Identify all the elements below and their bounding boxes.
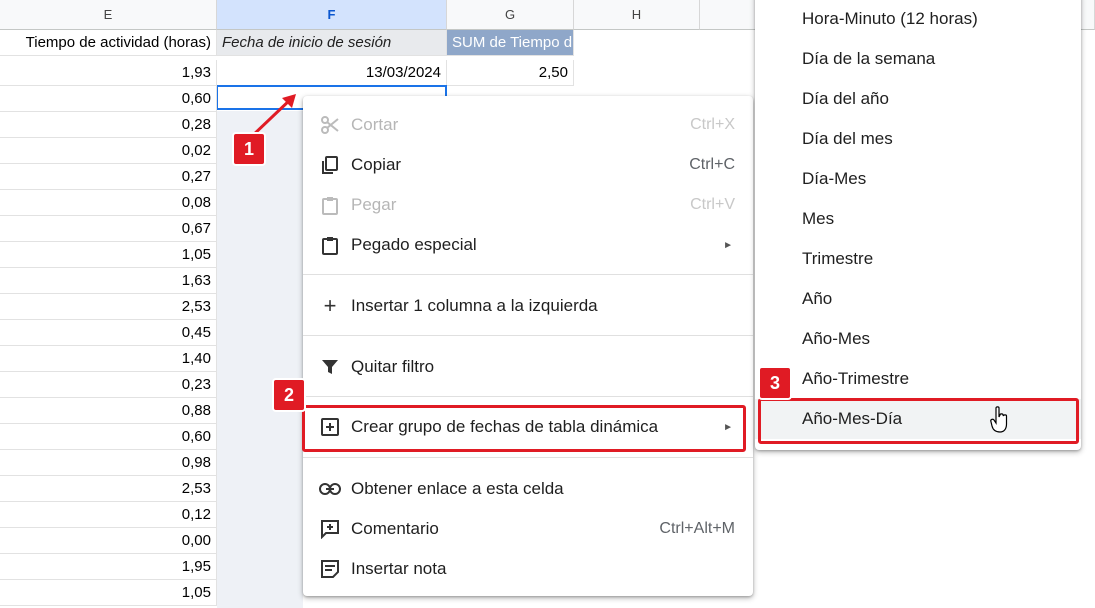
- submenu-item-label: Día de la semana: [802, 49, 936, 68]
- badge-2: 2: [274, 380, 304, 410]
- submenu-item[interactable]: Mes: [755, 199, 1081, 239]
- shortcut-label: Ctrl+Alt+M: [659, 520, 735, 537]
- menu-item-label: Copiar: [351, 155, 402, 174]
- selected-column-fill: [217, 111, 303, 608]
- menu-item-label: Comentario: [351, 519, 439, 538]
- cell-e[interactable]: 0,12: [0, 502, 217, 528]
- cell-e[interactable]: 1,93: [0, 60, 217, 86]
- cell-e[interactable]: 0,23: [0, 372, 217, 398]
- submenu-item[interactable]: Trimestre: [755, 239, 1081, 279]
- column-header-e[interactable]: E: [0, 0, 217, 30]
- submenu-item[interactable]: Año-Mes: [755, 319, 1081, 359]
- menu-item-label: Obtener enlace a esta celda: [351, 479, 564, 498]
- date-group-submenu: Hora-Minuto (12 horas) Día de la semana Dí…: [755, 0, 1081, 450]
- cell-e[interactable]: 1,05: [0, 242, 217, 268]
- badge-1: 1: [234, 134, 264, 164]
- cell-e[interactable]: 0,00: [0, 528, 217, 554]
- note-icon: [319, 558, 341, 580]
- submenu-item-label: Mes: [802, 209, 835, 228]
- cell-e[interactable]: 0,88: [0, 398, 217, 424]
- cell-e[interactable]: 0,28: [0, 112, 217, 138]
- cell-e[interactable]: 0,60: [0, 424, 217, 450]
- header-cell-g[interactable]: SUM de Tiempo d: [447, 30, 574, 56]
- menu-divider: [303, 396, 753, 397]
- submenu-item[interactable]: Año: [755, 279, 1081, 319]
- menu-item-label: Insertar nota: [351, 559, 447, 578]
- cell-e[interactable]: 1,40: [0, 346, 217, 372]
- cell-e[interactable]: 0,98: [0, 450, 217, 476]
- clipboard-icon: [319, 194, 341, 216]
- filter-icon: [319, 356, 341, 378]
- menu-item-remove-filter[interactable]: Quitar filtro: [303, 347, 753, 387]
- cell-e[interactable]: 1,95: [0, 554, 217, 580]
- menu-divider: [303, 335, 753, 336]
- cell-e[interactable]: 0,27: [0, 164, 217, 190]
- clipboard-icon: [319, 234, 341, 256]
- menu-item-label: Pegado especial: [351, 235, 477, 254]
- scissors-icon: [319, 114, 341, 136]
- menu-item-get-link[interactable]: Obtener enlace a esta celda: [303, 469, 753, 509]
- menu-item-insert-column[interactable]: + Insertar 1 columna a la izquierda: [303, 286, 753, 326]
- submenu-item-label: Año: [802, 289, 833, 308]
- menu-item-copy[interactable]: Copiar Ctrl+C: [303, 145, 753, 185]
- submenu-item-label: Hora-Minuto (12 horas): [802, 9, 978, 28]
- hand-cursor-icon: [990, 406, 1008, 433]
- context-menu: Cortar Ctrl+X Copiar Ctrl+C Pegar Ctrl+V…: [303, 96, 753, 596]
- cell-e[interactable]: 0,67: [0, 216, 217, 242]
- highlight-box-3: [758, 398, 1079, 444]
- header-cell-e[interactable]: Tiempo de actividad (horas): [0, 30, 217, 56]
- comment-icon: [319, 518, 341, 540]
- cell-e[interactable]: 2,53: [0, 294, 217, 320]
- submenu-item-label: Año-Mes: [802, 329, 871, 348]
- link-icon: [319, 478, 341, 500]
- submenu-item-label: Año-Trimestre: [802, 369, 910, 388]
- cell-e[interactable]: 0,60: [0, 86, 217, 112]
- submenu-item-label: Trimestre: [802, 249, 874, 268]
- submenu-arrow-icon: ►: [723, 239, 733, 251]
- submenu-item[interactable]: Día de la semana: [755, 39, 1081, 79]
- shortcut-label: Ctrl+X: [690, 116, 735, 133]
- cell-g-row1[interactable]: 2,50: [447, 60, 574, 86]
- menu-divider: [303, 457, 753, 458]
- badge-3: 3: [760, 368, 790, 398]
- menu-item-label: Cortar: [351, 115, 399, 134]
- menu-item-paste-special[interactable]: Pegado especial ►: [303, 225, 753, 265]
- cell-f-row1[interactable]: 13/03/2024: [217, 60, 447, 86]
- menu-item-cut[interactable]: Cortar Ctrl+X: [303, 105, 753, 145]
- menu-item-insert-note[interactable]: Insertar nota: [303, 549, 753, 589]
- cell-e[interactable]: 1,05: [0, 580, 217, 606]
- column-header-f[interactable]: F: [217, 0, 447, 30]
- cell-e[interactable]: 2,53: [0, 476, 217, 502]
- shortcut-label: Ctrl+V: [690, 196, 735, 213]
- cell-e[interactable]: 0,45: [0, 320, 217, 346]
- highlight-box-2: [302, 405, 746, 452]
- column-header-h[interactable]: H: [574, 0, 700, 30]
- plus-icon: +: [323, 293, 337, 318]
- menu-item-label: Pegar: [351, 195, 397, 214]
- submenu-item[interactable]: Hora-Minuto (12 horas): [755, 0, 1081, 39]
- submenu-item[interactable]: Año-Trimestre: [755, 359, 1081, 399]
- menu-item-label: Quitar filtro: [351, 357, 435, 376]
- cell-e[interactable]: 0,02: [0, 138, 217, 164]
- submenu-item-label: Día del año: [802, 89, 889, 108]
- cell-e[interactable]: 0,08: [0, 190, 217, 216]
- menu-divider: [303, 274, 753, 275]
- submenu-item-label: Día del mes: [802, 129, 893, 148]
- header-cell-f[interactable]: Fecha de inicio de sesión: [217, 30, 447, 56]
- submenu-item-label: Día-Mes: [802, 169, 867, 188]
- submenu-item[interactable]: Día del mes: [755, 119, 1081, 159]
- copy-icon: [319, 154, 341, 176]
- menu-item-paste[interactable]: Pegar Ctrl+V: [303, 185, 753, 225]
- shortcut-label: Ctrl+C: [689, 156, 735, 173]
- submenu-item[interactable]: Día del año: [755, 79, 1081, 119]
- submenu-item[interactable]: Día-Mes: [755, 159, 1081, 199]
- cell-e[interactable]: 1,63: [0, 268, 217, 294]
- menu-item-comment[interactable]: Comentario Ctrl+Alt+M: [303, 509, 753, 549]
- column-header-g[interactable]: G: [447, 0, 574, 30]
- menu-item-label: Insertar 1 columna a la izquierda: [351, 296, 598, 315]
